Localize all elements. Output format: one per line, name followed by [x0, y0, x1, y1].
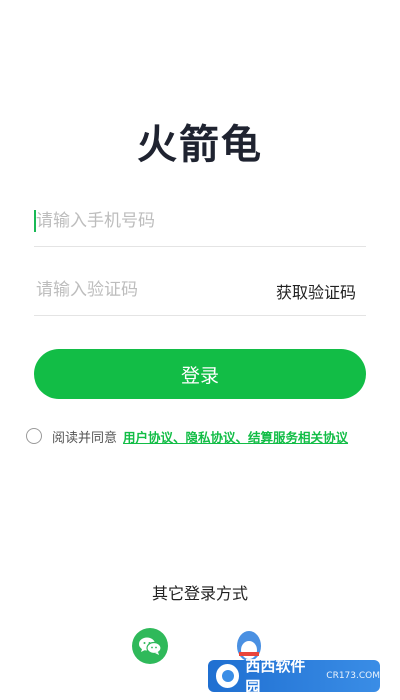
other-login-label: 其它登录方式 [151, 584, 248, 603]
wechat-icon[interactable] [132, 628, 168, 664]
phone-input[interactable] [34, 198, 266, 244]
watermark-sub: CR173.COM [326, 671, 380, 681]
get-code-button[interactable]: 获取验证码 [276, 279, 356, 303]
watermark-globe-icon [216, 664, 240, 688]
agree-checkbox[interactable] [26, 428, 42, 444]
login-button[interactable]: 登录 [34, 349, 366, 399]
watermark-text: 西西软件园 [245, 657, 306, 696]
agreement-row: 阅读并同意 用户协议、隐私协议、结算服务相关协议 [26, 425, 348, 447]
code-input[interactable] [34, 267, 266, 313]
agreement-label: 阅读并同意 [52, 430, 118, 446]
agreement-links[interactable]: 用户协议、隐私协议、结算服务相关协议 [123, 427, 348, 446]
code-field: 获取验证码 [34, 267, 366, 316]
app-title: 火箭龟 [137, 122, 263, 168]
watermark-logo: 西西软件园 CR173.COM [208, 657, 380, 696]
phone-field [34, 198, 366, 247]
